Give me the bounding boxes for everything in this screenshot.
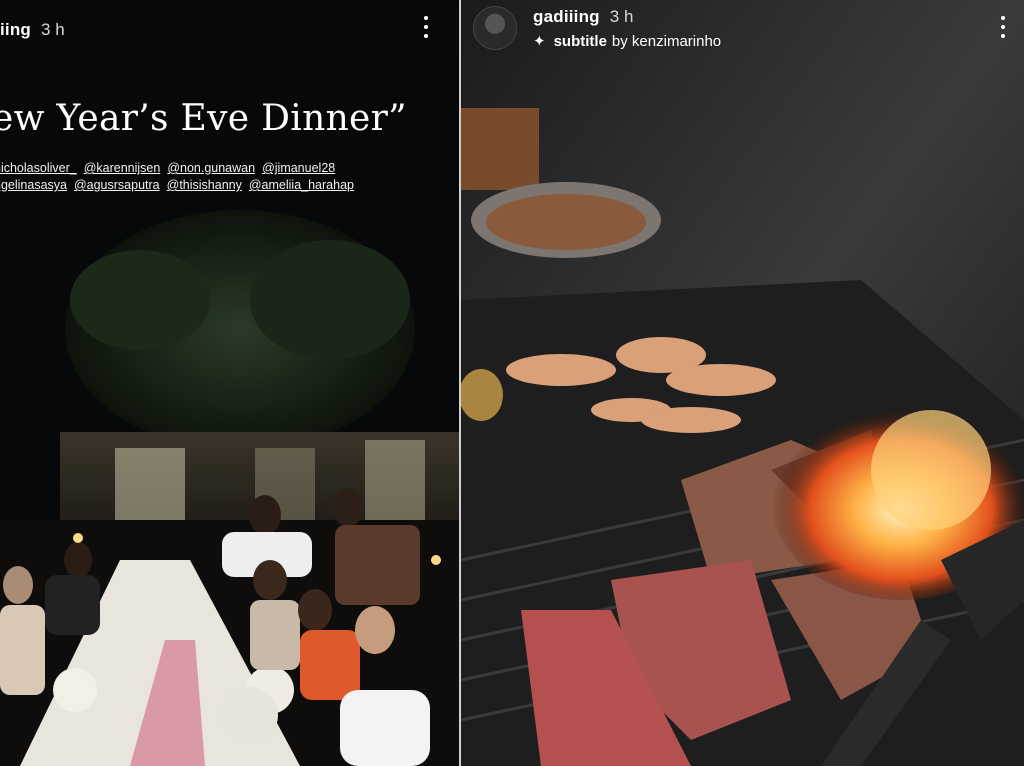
story-header: iing 3 h — [0, 0, 459, 60]
mention-link[interactable]: nicholasoliver_ — [0, 161, 77, 175]
mentions-line-2: ngelinasasya @agusrsaputra @thisishanny @am… — [0, 177, 361, 194]
story-caption-title: ew Year’s Eve Dinner” — [0, 98, 407, 139]
sparkle-icon: ✦ — [533, 33, 546, 50]
mention-link[interactable]: @non.gunawan — [167, 161, 255, 175]
post-age: 3 h — [41, 20, 65, 39]
mention-link[interactable]: @thisishanny — [167, 178, 242, 192]
mention-link[interactable]: @jimanuel28 — [262, 161, 335, 175]
subtitle-label: subtitle — [553, 32, 607, 50]
mention-link[interactable]: @agusrsaputra — [74, 178, 160, 192]
mentions-line-1: nicholasoliver_ @karennijsen @non.gunawan @… — [0, 160, 361, 177]
subtitle-credit: by kenzimarinho — [611, 32, 722, 50]
more-options-icon[interactable] — [421, 14, 431, 40]
grill-photo — [461, 0, 1024, 766]
post-age: 3 h — [609, 7, 634, 26]
more-options-icon[interactable] — [998, 14, 1008, 40]
story-right[interactable]: gadiiing 3 h ✦ subtitle by kenzimarinho — [461, 0, 1024, 766]
mention-link[interactable]: ngelinasasya — [0, 178, 67, 192]
story-header: gadiiing 3 h ✦ subtitle by kenzimarinho — [461, 0, 1024, 60]
username[interactable]: gadiiing — [533, 7, 600, 26]
account-line: gadiiing 3 h — [533, 7, 633, 27]
username[interactable]: iing — [0, 20, 31, 39]
avatar[interactable] — [473, 6, 517, 50]
account-line: iing 3 h — [0, 20, 65, 40]
mentions-block: nicholasoliver_ @karennijsen @non.gunawan @… — [0, 160, 361, 194]
mention-link[interactable]: @ameliia_harahap — [249, 178, 354, 192]
mention-link[interactable]: @karennijsen — [84, 161, 161, 175]
story-left[interactable]: iing 3 h ew Year’s Eve Dinner” nicholasol… — [0, 0, 459, 766]
subtitle-attribution[interactable]: ✦ subtitle by kenzimarinho — [533, 32, 722, 51]
